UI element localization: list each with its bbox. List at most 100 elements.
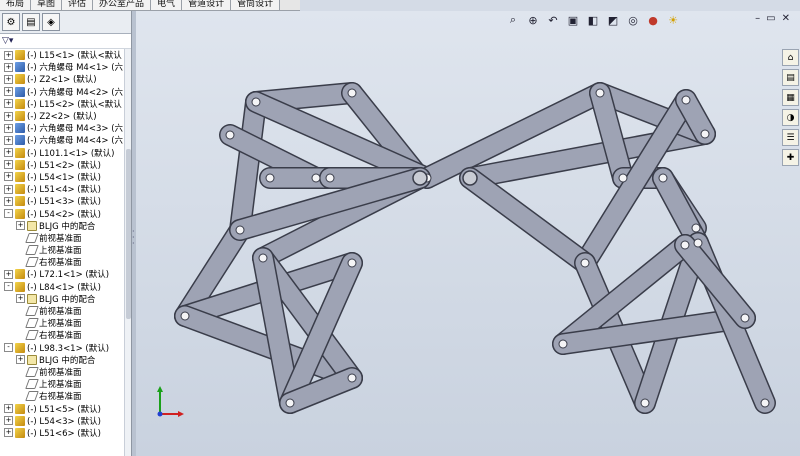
tree-item[interactable]: 前视基准面 xyxy=(0,366,125,378)
tree-scrollbar[interactable] xyxy=(124,49,131,456)
expand-icon[interactable]: + xyxy=(4,184,13,194)
expand-icon[interactable]: + xyxy=(4,416,13,426)
mates-folder-icon xyxy=(27,220,37,231)
tree-item[interactable]: + BLJG 中的配合 xyxy=(0,293,125,305)
expand-icon[interactable]: + xyxy=(4,404,13,414)
tree-item[interactable]: 右视基准面 xyxy=(0,256,125,268)
tree-item-label: (-) L72.1<1> (默认) xyxy=(27,270,110,281)
pivot-hole xyxy=(640,398,650,408)
expand-icon[interactable]: + xyxy=(16,355,25,365)
tree-item[interactable]: + (-) L51<2> (默认) xyxy=(0,159,125,171)
expand-icon[interactable]: + xyxy=(4,87,13,97)
tree-item[interactable]: + (-) 六角螺母 M4<2> (六 xyxy=(0,86,125,98)
expand-icon[interactable]: + xyxy=(4,123,13,133)
tree-item[interactable]: + (-) L51<4> (默认) xyxy=(0,183,125,195)
expand-icon[interactable]: + xyxy=(4,269,13,279)
tree-item[interactable]: 上视基准面 xyxy=(0,244,125,256)
expand-icon[interactable]: + xyxy=(4,172,13,182)
tree-item-label: (-) L54<2> (默认) xyxy=(27,209,101,220)
pivot-hole xyxy=(225,130,235,140)
menu-tab-5[interactable]: 管道设计 xyxy=(182,0,232,10)
tree-item[interactable]: 前视基准面 xyxy=(0,305,125,317)
feature-manager-tab[interactable]: ⚙ xyxy=(2,13,20,31)
pivot-hole xyxy=(325,173,335,183)
tree-item[interactable]: + BLJG 中的配合 xyxy=(0,354,125,366)
collapse-icon[interactable]: - xyxy=(4,209,13,219)
tree-item-label: 上视基准面 xyxy=(39,319,82,330)
tree-item[interactable]: + (-) L54<1> (默认) xyxy=(0,171,125,183)
expand-icon[interactable]: + xyxy=(4,148,13,158)
tree-item[interactable]: - (-) L84<1> (默认) xyxy=(0,281,125,293)
tree-item[interactable]: + (-) L51<6> (默认) xyxy=(0,427,125,439)
tree-item[interactable]: 上视基准面 xyxy=(0,317,125,329)
expand-icon[interactable]: + xyxy=(4,135,13,145)
tree-item-label: (-) L54<3> (默认) xyxy=(27,416,101,427)
tree-item-label: 上视基准面 xyxy=(39,380,82,391)
tree-item-label: (-) L98.3<1> (默认) xyxy=(27,343,110,354)
expand-icon[interactable]: + xyxy=(4,196,13,206)
expand-icon[interactable]: + xyxy=(16,221,25,231)
tree-item-label: (-) L84<1> (默认) xyxy=(27,282,101,293)
menu-tab-1[interactable]: 草图 xyxy=(31,0,63,10)
part-icon xyxy=(15,208,25,219)
hex-nut[interactable] xyxy=(462,170,478,186)
part-icon xyxy=(15,184,25,195)
expand-icon[interactable]: + xyxy=(16,294,25,304)
expand-icon[interactable]: + xyxy=(4,50,13,60)
tree-item[interactable]: + (-) 六角螺母 M4<3> (六 xyxy=(0,122,125,134)
expand-icon[interactable]: + xyxy=(4,99,13,109)
tree-item[interactable]: + (-) L15<1> (默认<默认 xyxy=(0,49,125,61)
filter-icon[interactable]: ▽▾ xyxy=(2,36,13,46)
pivot-hole xyxy=(760,398,770,408)
tree-item[interactable]: + (-) L72.1<1> (默认) xyxy=(0,268,125,280)
tree-item[interactable]: 前视基准面 xyxy=(0,232,125,244)
expand-icon[interactable]: + xyxy=(4,74,13,84)
part-icon xyxy=(15,159,25,170)
expand-icon[interactable]: + xyxy=(4,428,13,438)
tree-item[interactable]: - (-) L54<2> (默认) xyxy=(0,207,125,220)
collapse-icon[interactable]: - xyxy=(4,282,13,292)
tree-item-label: (-) L51<4> (默认) xyxy=(27,185,101,196)
configuration-manager-tab[interactable]: ◈ xyxy=(42,13,60,31)
expand-icon[interactable]: + xyxy=(4,160,13,170)
tree-item[interactable]: - (-) L98.3<1> (默认) xyxy=(0,342,125,354)
tree-item-label: (-) 六角螺母 M4<1> (六 xyxy=(27,63,124,74)
menu-tab-0[interactable]: 布局 xyxy=(0,0,32,10)
tree-item[interactable]: + (-) L101.1<1> (默认) xyxy=(0,147,125,159)
tree-item[interactable]: + (-) Z2<2> (默认) xyxy=(0,110,125,122)
expand-icon[interactable]: + xyxy=(4,62,13,72)
linkage-model[interactable] xyxy=(136,11,800,456)
hex-nut[interactable] xyxy=(412,170,428,186)
plane-icon xyxy=(25,379,39,390)
link-bar[interactable] xyxy=(230,92,266,240)
scroll-thumb[interactable] xyxy=(126,149,131,319)
tree-item[interactable]: + (-) L54<3> (默认) xyxy=(0,415,125,427)
tree-item-label: 前视基准面 xyxy=(39,233,82,244)
tree-item[interactable]: + (-) L51<3> (默认) xyxy=(0,195,125,207)
menu-tab-3[interactable]: 办公室产品 xyxy=(93,0,152,10)
pivot-hole xyxy=(580,258,590,268)
tree-item-label: BLJG 中的配合 xyxy=(39,355,96,366)
menu-tab-6[interactable]: 管筒设计 xyxy=(231,0,281,10)
plane-icon xyxy=(25,257,39,268)
menu-tab-2[interactable]: 评估 xyxy=(62,0,94,10)
tree-item[interactable]: + (-) L15<2> (默认<默认 xyxy=(0,98,125,110)
tree-item[interactable]: + (-) 六角螺母 M4<4> (六 xyxy=(0,134,125,146)
link-bar[interactable] xyxy=(460,168,595,273)
collapse-icon[interactable]: - xyxy=(4,343,13,353)
part-icon xyxy=(15,196,25,207)
tree-item[interactable]: 右视基准面 xyxy=(0,390,125,402)
tree-item-label: 前视基准面 xyxy=(39,307,82,318)
property-manager-tab[interactable]: ▤ xyxy=(22,13,40,31)
tree-item[interactable]: + BLJG 中的配合 xyxy=(0,220,125,232)
tree-item[interactable]: 上视基准面 xyxy=(0,378,125,390)
tree-item[interactable]: 右视基准面 xyxy=(0,329,125,341)
triad-z-axis xyxy=(157,411,163,417)
tree-item[interactable]: + (-) L51<5> (默认) xyxy=(0,402,125,415)
pivot-hole xyxy=(595,88,605,98)
tree-item[interactable]: + (-) 六角螺母 M4<1> (六 xyxy=(0,61,125,73)
menu-tab-4[interactable]: 电气 xyxy=(151,0,183,10)
tree-item[interactable]: + (-) Z2<1> (默认) xyxy=(0,73,125,85)
expand-icon[interactable]: + xyxy=(4,111,13,121)
feature-manager-panel: ⚙ ▤ ◈ ▽▾ + (-) L15<1> (默认<默认 + (-) 六角螺母 M4<… xyxy=(0,11,132,456)
